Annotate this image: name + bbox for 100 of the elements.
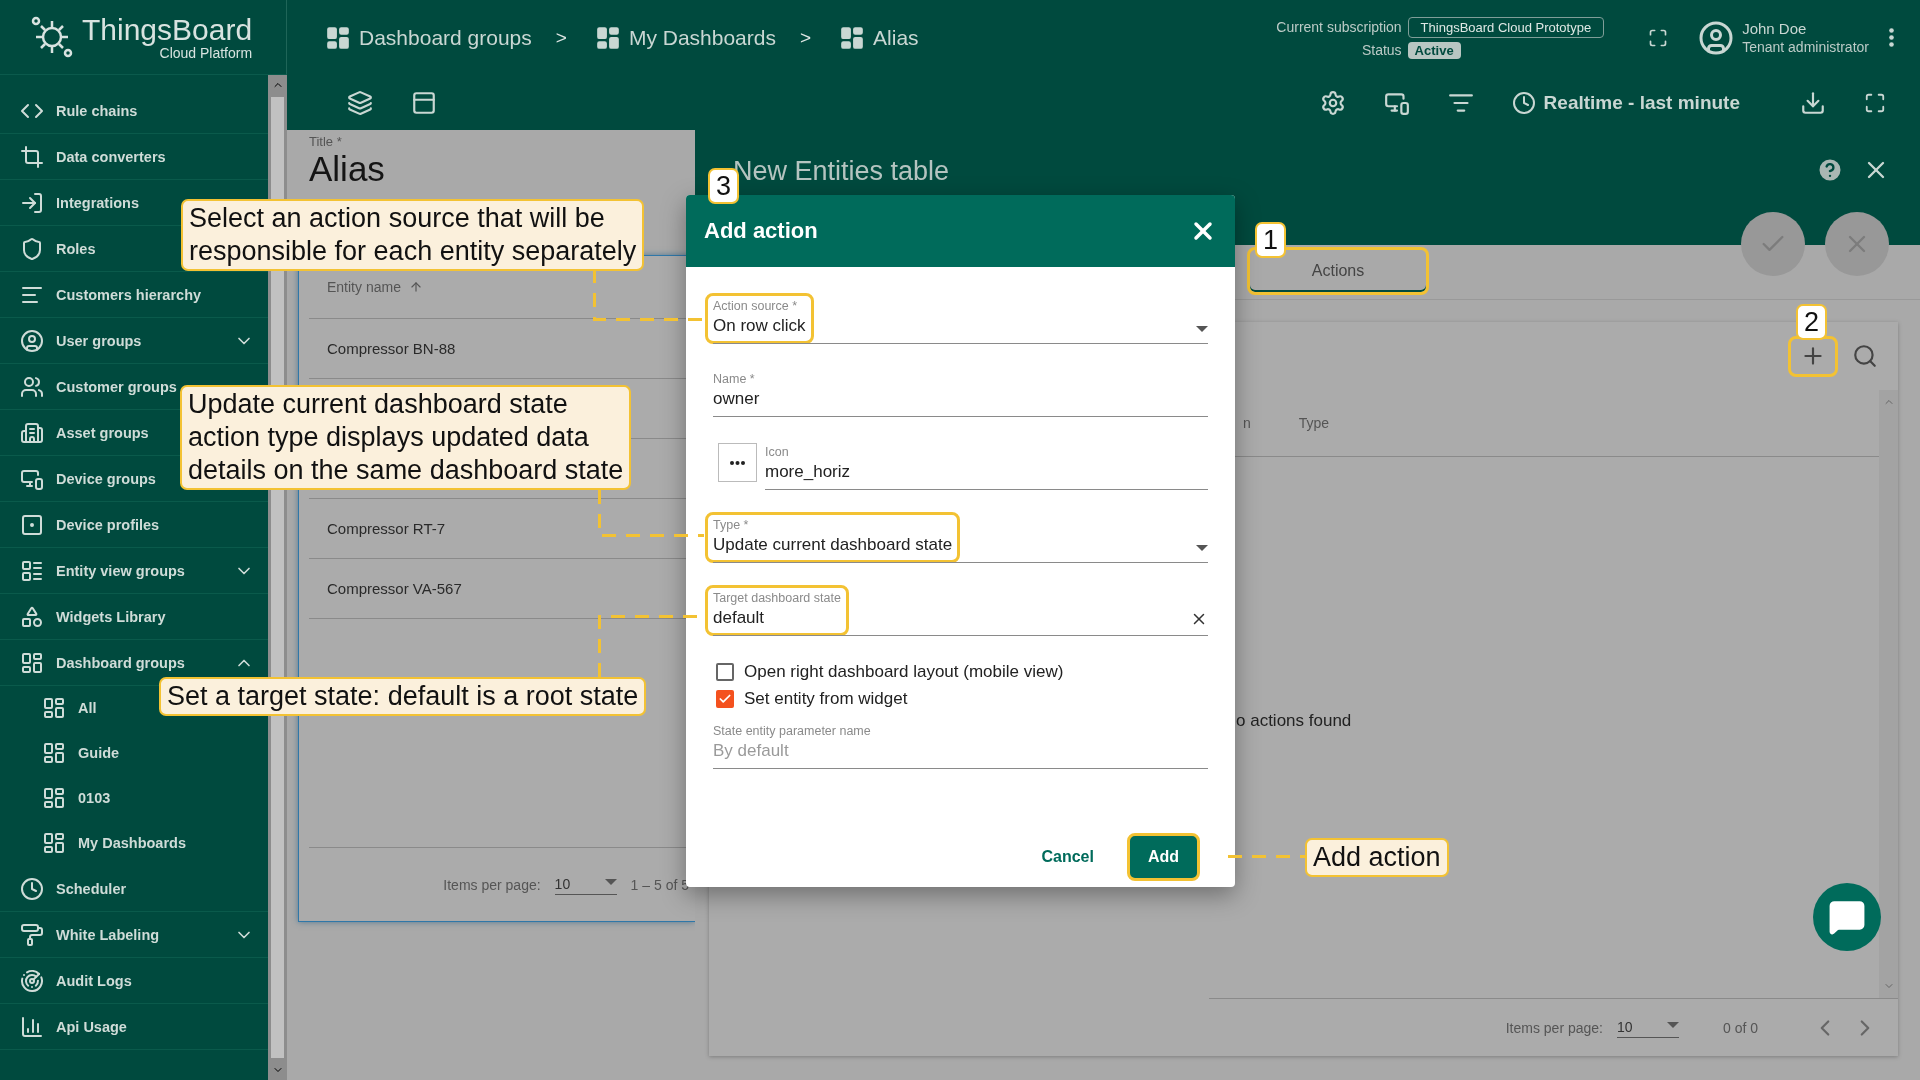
dialog-title: Add action [704, 218, 818, 244]
page-size-select[interactable]: 10 [554, 874, 617, 895]
sidebar-item[interactable]: Device profiles [18, 502, 162, 547]
sidebar-item[interactable]: Asset groups [18, 410, 151, 455]
sidebar-item-label: Dashboard groups [56, 654, 186, 671]
checkbox[interactable] [716, 689, 734, 708]
download-icon [1800, 89, 1826, 116]
add-button[interactable]: Add [1126, 833, 1200, 881]
user-role: Tenant administrator [1742, 39, 1869, 55]
dropdown-caret-icon [1196, 545, 1208, 551]
sidebar-subitem[interactable]: 0103 [40, 776, 113, 820]
dropdown-caret-icon [604, 879, 617, 885]
menu-icon [1889, 28, 1894, 47]
breadcrumb-link[interactable]: Dashboard groups [325, 24, 532, 51]
sidebar-item-label: My Dashboards [78, 835, 186, 851]
field-value: owner [713, 388, 760, 410]
sidebar-item[interactable]: White Labeling [18, 912, 268, 957]
callout: Set a target state: default is a root state [159, 677, 647, 716]
more-icon [730, 460, 745, 465]
sidebar-item[interactable]: Roles [18, 226, 98, 271]
sidebar-item[interactable]: Widgets Library [18, 594, 168, 639]
avatar-icon[interactable] [1698, 19, 1735, 56]
sidebar-item-icon [20, 558, 44, 583]
clock-icon [1511, 90, 1536, 115]
layout-button[interactable] [411, 89, 437, 116]
help-button[interactable] [1816, 156, 1844, 184]
sidebar-item-label: Customers hierarchy [56, 286, 202, 303]
breadcrumb-link[interactable]: My Dashboards [594, 24, 776, 51]
sidebar-item[interactable]: Integrations [18, 180, 141, 225]
fullscreen-button[interactable] [1864, 91, 1886, 114]
sidebar-subitem[interactable]: My Dashboards [40, 821, 188, 865]
search-icon [1852, 343, 1878, 369]
input-field[interactable]: Icon more_horiz [757, 439, 1208, 490]
sidebar-item-icon [20, 650, 44, 675]
sidebar-item[interactable]: Audit Logs [18, 958, 134, 1003]
field-value: On row click [713, 315, 806, 337]
table-cell: Compressor VA-567 [327, 580, 462, 597]
checkbox-label: Open right dashboard layout (mobile view) [744, 661, 1064, 682]
input-field[interactable]: State entity parameter name By default [705, 718, 1208, 769]
dashboard-icon [42, 831, 66, 855]
fullscreen-button[interactable] [1648, 27, 1669, 48]
field-label: Target dashboard state [713, 590, 841, 606]
breadcrumb-link[interactable]: Alias [839, 24, 919, 51]
sidebar-item[interactable]: Device groups [18, 456, 158, 501]
layers-button[interactable] [347, 89, 373, 116]
checkbox-row[interactable]: Set entity from widget [705, 685, 1208, 712]
sidebar-item[interactable]: Api Usage [18, 1004, 129, 1049]
select-field[interactable]: Type * Update current dashboard state [705, 512, 1208, 563]
fullscreen-icon [1648, 27, 1669, 48]
sidebar-item[interactable]: Scheduler [18, 866, 129, 911]
sidebar-item[interactable]: Data converters [18, 134, 168, 179]
field-label: Icon [765, 444, 790, 460]
logo-name: ThingsBoard [82, 14, 253, 46]
search-button[interactable] [1852, 343, 1878, 369]
field-placeholder: By default [713, 740, 790, 762]
select-field[interactable]: Action source * On row click [705, 293, 1208, 344]
sidebar-item-icon [20, 968, 44, 993]
field-label: Name * [713, 371, 756, 387]
table-cell: Compressor BN-88 [327, 340, 456, 357]
sidebar-item[interactable]: User groups [18, 318, 268, 363]
sidebar-item[interactable]: Customers hierarchy [18, 272, 204, 317]
sidebar-item[interactable]: Customer groups [18, 364, 179, 409]
timewindow-button[interactable]: Realtime - last minute [1511, 90, 1740, 115]
dropdown-caret-icon [1666, 1022, 1679, 1028]
status-badge: Active [1407, 41, 1461, 59]
table-cell: Compressor RT-7 [327, 520, 446, 537]
sidebar-item-label: Customer groups [56, 378, 177, 395]
cancel-button[interactable]: Cancel [1028, 837, 1107, 877]
field-value: more_horiz [765, 461, 851, 483]
help-icon [1816, 156, 1844, 184]
input-field[interactable]: Target dashboard state default [705, 585, 1208, 636]
sidebar-item-icon [20, 876, 44, 901]
settings-icon [1319, 89, 1346, 116]
icon-picker-button[interactable] [718, 443, 757, 482]
checkbox-row[interactable]: Open right dashboard layout (mobile view) [705, 658, 1208, 685]
menu-button[interactable] [1889, 28, 1894, 47]
sidebar-subitem[interactable]: All [40, 686, 99, 730]
sidebar-item-label: Asset groups [56, 424, 149, 441]
field-value: Update current dashboard state [713, 534, 953, 556]
step-badge: 2 [1796, 304, 1828, 340]
sidebar-item-icon [20, 512, 44, 537]
sidebar-item-label: 0103 [78, 790, 111, 806]
sidebar-item-label: Guide [78, 745, 120, 761]
sidebar-item-label: Roles [56, 240, 96, 257]
sidebar-item[interactable]: Rule chains [18, 88, 140, 133]
empty-message: o actions found [1236, 711, 1353, 731]
input-field[interactable]: Name * owner [705, 366, 1208, 417]
sidebar-item-icon [20, 420, 44, 445]
page-size-select[interactable]: 10 [1616, 1017, 1679, 1038]
sidebar-item-label: Rule chains [56, 102, 138, 119]
sidebar-subitem[interactable]: Guide [40, 731, 122, 775]
checkbox[interactable] [716, 662, 734, 681]
settings-button[interactable] [1319, 89, 1346, 116]
callout: Add action [1305, 838, 1449, 877]
field-label: Title * [309, 134, 343, 149]
download-button[interactable] [1800, 89, 1826, 116]
sidebar-item-label: Data converters [56, 148, 166, 165]
sidebar-item-label: Device profiles [56, 516, 160, 533]
items-per-page-label: Items per page: [1505, 1019, 1603, 1036]
sidebar-item[interactable]: Entity view groups [18, 548, 268, 593]
